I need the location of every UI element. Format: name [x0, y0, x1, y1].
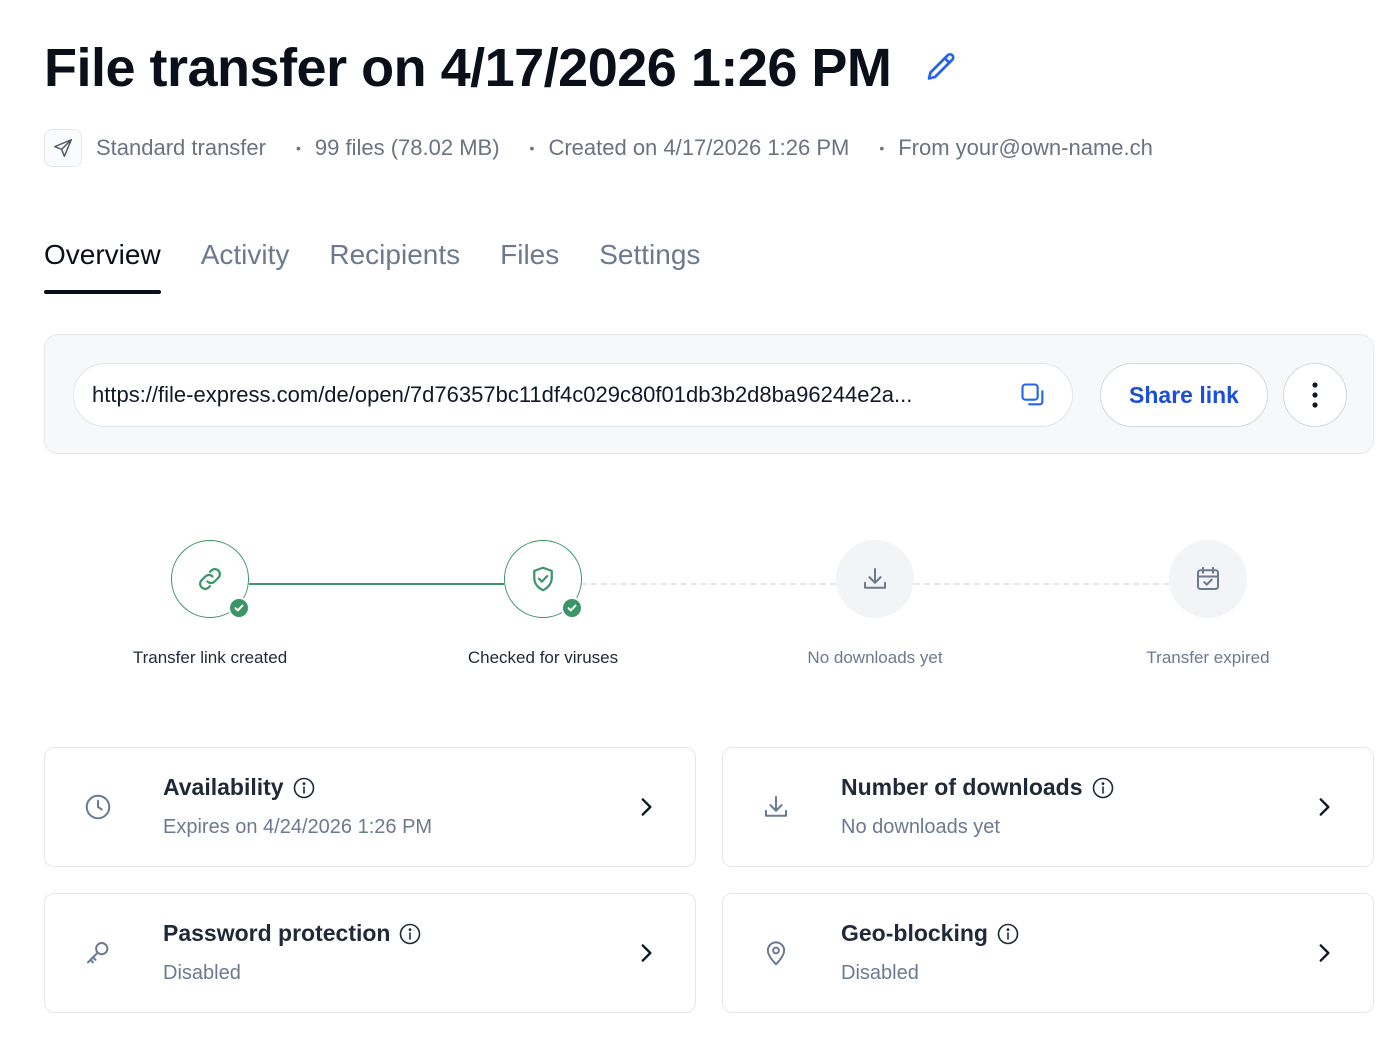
- step-label: Checked for viruses: [467, 648, 619, 667]
- clock-icon: [81, 790, 115, 824]
- downloads-card[interactable]: Number of downloads No downloads yet: [722, 747, 1374, 867]
- availability-title: Availability: [163, 774, 284, 800]
- info-icon[interactable]: [1091, 776, 1115, 800]
- transfer-type: Standard transfer: [96, 135, 266, 160]
- card-title: Availability: [163, 774, 316, 801]
- geo-blocking-card[interactable]: Geo-blocking Disabled: [722, 893, 1374, 1013]
- transfer-link-input[interactable]: [92, 382, 1010, 408]
- chevron-right-icon: [631, 938, 661, 968]
- step-circle: [1169, 540, 1247, 618]
- geo-value: Disabled: [841, 962, 919, 984]
- download-icon: [864, 568, 886, 589]
- password-value: Disabled: [163, 962, 241, 984]
- password-title: Password protection: [163, 920, 391, 946]
- card-title: Number of downloads: [841, 774, 1115, 801]
- availability-card[interactable]: Availability Expires on 4/24/2026 1:26 P…: [44, 747, 696, 867]
- transfer-link-field[interactable]: [73, 363, 1073, 427]
- key-icon: [81, 936, 115, 970]
- paper-plane-icon: [44, 129, 82, 167]
- tab-overview[interactable]: Overview: [44, 236, 161, 294]
- card-title: Password protection: [163, 920, 422, 947]
- shield-check-icon: [533, 566, 553, 592]
- password-card[interactable]: Password protection Disabled: [44, 893, 696, 1013]
- info-icon[interactable]: [398, 922, 422, 946]
- step-label: Transfer expired: [1146, 648, 1270, 667]
- downloads-value: No downloads yet: [841, 816, 1000, 838]
- transfer-meta: Standard transfer • 99 files (78.02 MB) …: [44, 128, 1153, 168]
- check-badge-icon: [561, 597, 583, 619]
- map-pin-icon: [759, 936, 793, 970]
- tab-bar: Overview Activity Recipients Files Setti…: [44, 236, 700, 294]
- step-circle: [504, 540, 583, 619]
- step-circle: [836, 540, 914, 618]
- info-icon[interactable]: [292, 776, 316, 800]
- info-icon[interactable]: [996, 922, 1020, 946]
- availability-value: Expires on 4/24/2026 1:26 PM: [163, 816, 433, 838]
- file-count: 99 files (78.02 MB): [314, 135, 500, 160]
- downloads-title: Number of downloads: [841, 774, 1083, 800]
- step-virus-check: Checked for viruses: [443, 540, 643, 668]
- tab-settings[interactable]: Settings: [599, 236, 700, 294]
- step-expired: Transfer expired: [1108, 540, 1308, 668]
- check-badge-icon: [228, 597, 250, 619]
- step-label: No downloads yet: [807, 648, 943, 667]
- pencil-icon: [928, 52, 955, 80]
- copy-link-button[interactable]: [1016, 378, 1050, 412]
- transfer-overview-page: File transfer on 4/17/2026 1:26 PM Stand…: [0, 0, 1400, 1051]
- chevron-right-icon: [631, 792, 661, 822]
- step-label: Transfer link created: [132, 648, 288, 667]
- created-date: Created on 4/17/2026 1:26 PM: [548, 135, 850, 160]
- step-downloads: No downloads yet: [775, 540, 975, 668]
- share-link-button[interactable]: Share link: [1100, 363, 1268, 427]
- more-options-button[interactable]: [1283, 363, 1347, 427]
- copy-icon: [1021, 383, 1044, 406]
- meta-separator: •: [879, 140, 885, 156]
- step-circle: [171, 540, 250, 619]
- download-icon: [759, 790, 793, 824]
- edit-title-button[interactable]: [921, 48, 961, 88]
- more-vertical-icon: [1312, 382, 1318, 408]
- sender-email: From your@own-name.ch: [898, 135, 1153, 160]
- tab-recipients[interactable]: Recipients: [329, 236, 460, 294]
- share-link-panel: Share link: [44, 334, 1374, 454]
- tab-activity[interactable]: Activity: [201, 236, 290, 294]
- geo-title: Geo-blocking: [841, 920, 988, 946]
- meta-separator: •: [295, 140, 301, 156]
- card-title: Geo-blocking: [841, 920, 1020, 947]
- chevron-right-icon: [1309, 938, 1339, 968]
- page-title: File transfer on 4/17/2026 1:26 PM: [44, 38, 892, 98]
- transfer-progress: Transfer link created Checked for viruse…: [0, 540, 1400, 680]
- step-link-created: Transfer link created: [110, 540, 310, 668]
- calendar-check-icon: [1197, 566, 1219, 590]
- meta-separator: •: [529, 140, 535, 156]
- link-icon: [199, 568, 221, 590]
- title-row: File transfer on 4/17/2026 1:26 PM: [44, 36, 961, 100]
- tab-files[interactable]: Files: [500, 236, 559, 294]
- chevron-right-icon: [1309, 792, 1339, 822]
